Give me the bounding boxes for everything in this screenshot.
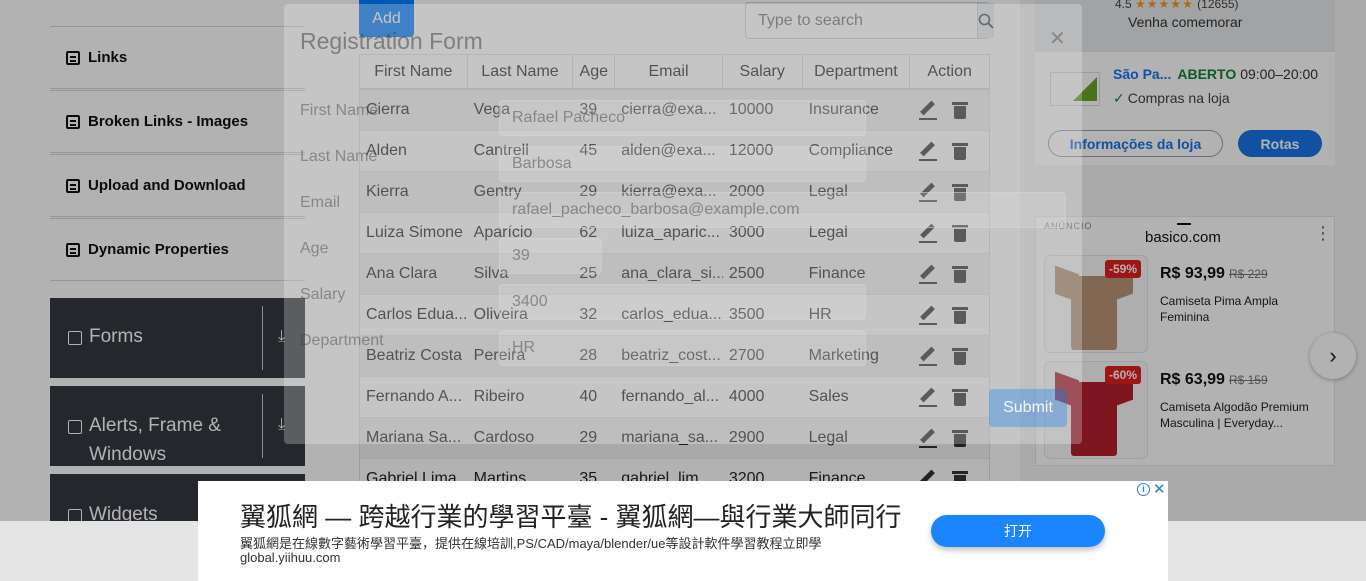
bottom-banner-ad[interactable]: 翼狐網 — 跨越行業的學習平臺 - 翼狐網—與行業大師同行 翼狐網是在線數字藝術… [198,481,1168,581]
submit-button[interactable]: Submit [989,389,1067,427]
banner-url[interactable]: global.yiihuu.com [240,550,340,565]
salary-label: Salary [300,286,346,303]
email-input[interactable] [499,192,1066,228]
modal-title: Registration Form [300,28,483,54]
email-label: Email [300,194,341,211]
close-ad-icon[interactable]: ✕ [1153,480,1166,498]
adchoices-icon[interactable]: i [1137,483,1150,496]
last-name-label: Last Name [300,148,378,165]
salary-input[interactable] [499,284,866,320]
banner-title[interactable]: 翼狐網 — 跨越行業的學習平臺 - 翼狐網—與行業大師同行 [240,497,902,534]
age-label: Age [300,240,329,257]
department-label: Department [300,332,384,349]
last-name-input[interactable] [499,146,866,182]
open-button[interactable]: 打开 [931,515,1105,547]
department-input[interactable] [499,330,866,366]
first-name-label: First Name [300,102,379,119]
first-name-input[interactable] [499,100,866,136]
registration-modal: Registration Form First Name Last Name E… [284,4,1082,444]
age-input[interactable] [499,238,602,274]
